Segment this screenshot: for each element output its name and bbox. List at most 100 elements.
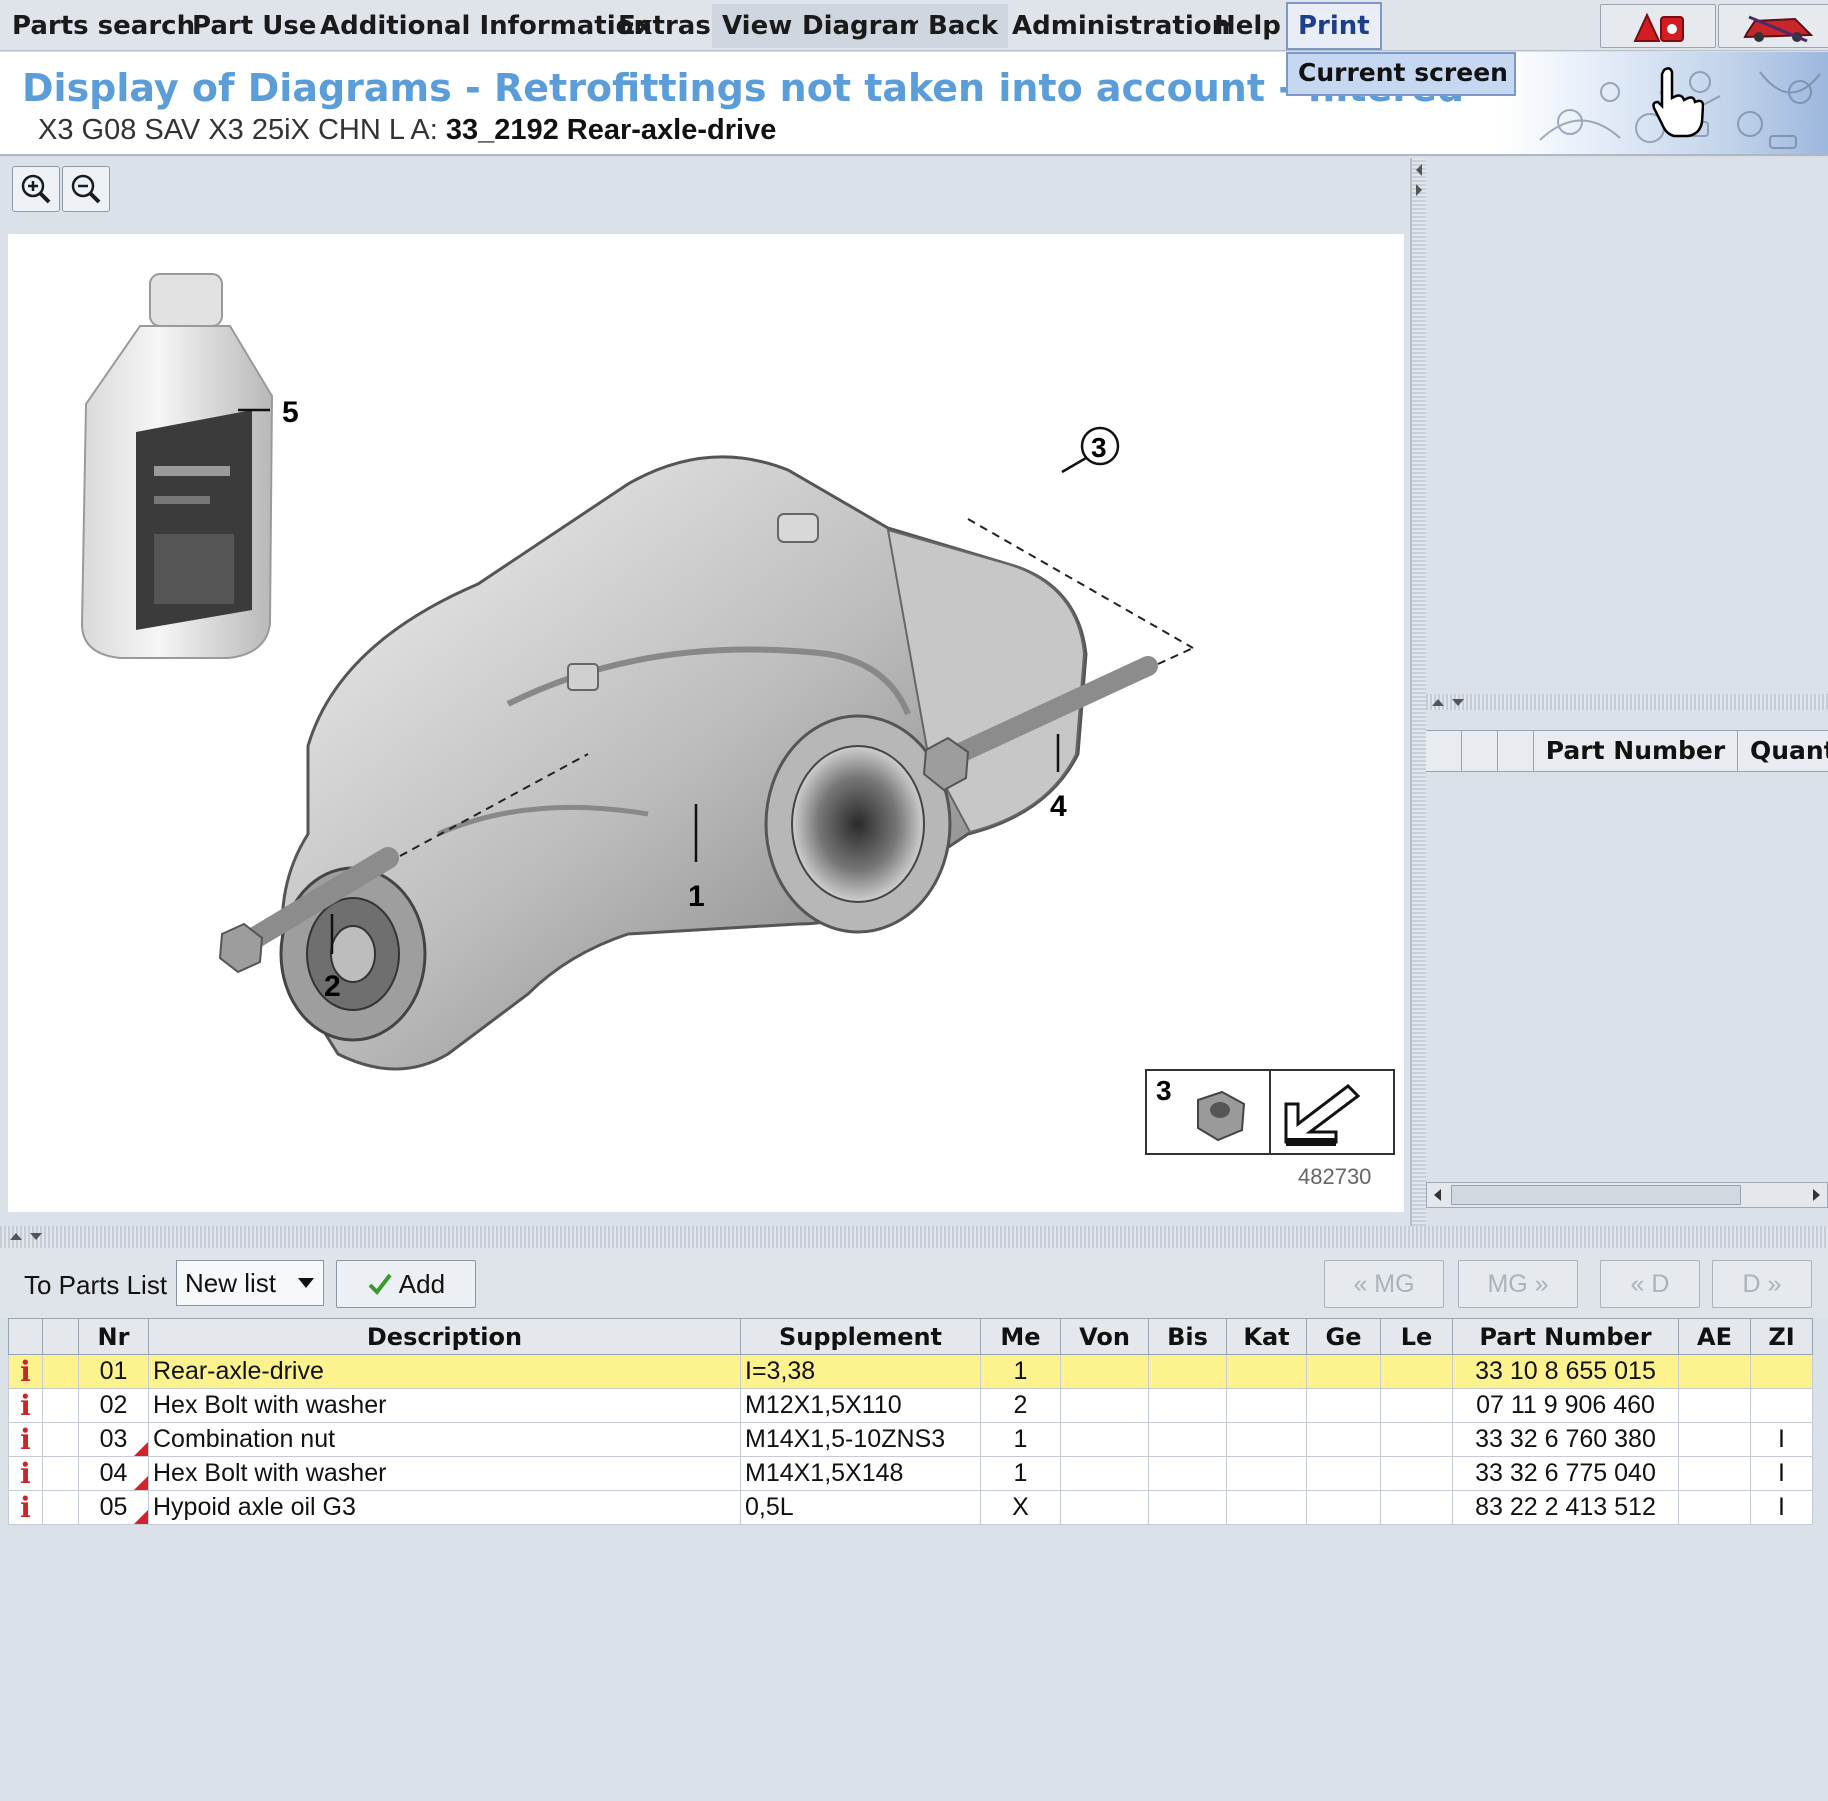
cell-nr: 04 bbox=[78, 1456, 149, 1491]
cell-empty bbox=[42, 1456, 79, 1491]
menu-back[interactable]: Back bbox=[918, 4, 1009, 48]
info-icon[interactable]: i bbox=[8, 1456, 43, 1491]
scroll-right-icon[interactable] bbox=[1809, 1187, 1823, 1203]
info-icon[interactable]: i bbox=[8, 1388, 43, 1423]
zoom-in-button[interactable] bbox=[12, 166, 60, 212]
menu-parts-search[interactable]: Parts search bbox=[2, 4, 205, 48]
exploded-diagram[interactable]: 5 1 2 4 3 3 482730 bbox=[8, 234, 1404, 1212]
scrollbar-thumb[interactable] bbox=[1451, 1185, 1741, 1205]
callout-3[interactable]: 3 bbox=[1091, 432, 1107, 463]
cell-empty bbox=[42, 1422, 79, 1457]
menu-diagram[interactable]: Diagram bbox=[792, 4, 931, 48]
col-bis[interactable]: Bis bbox=[1148, 1318, 1227, 1355]
note-flag-icon bbox=[134, 1510, 148, 1524]
cell-ae bbox=[1678, 1388, 1751, 1423]
cell-von bbox=[1060, 1388, 1149, 1423]
horizontal-splitter[interactable] bbox=[0, 1226, 1828, 1248]
cell-nr: 05 bbox=[78, 1490, 149, 1525]
parts-table-area: Nr Description Supplement Me Von Bis Kat… bbox=[0, 1318, 1828, 1801]
alert-icon bbox=[1633, 12, 1684, 42]
cell-part-number: 33 10 8 655 015 bbox=[1452, 1354, 1679, 1389]
next-d-button[interactable]: D » bbox=[1712, 1260, 1812, 1308]
cell-me: 2 bbox=[980, 1388, 1061, 1423]
cell-ge bbox=[1306, 1388, 1381, 1423]
add-button[interactable]: Add bbox=[336, 1260, 476, 1308]
callout-1[interactable]: 1 bbox=[688, 880, 705, 913]
page-header: Display of Diagrams - Retrofittings not … bbox=[0, 52, 1828, 156]
next-mg-button[interactable]: MG » bbox=[1458, 1260, 1578, 1308]
zoom-out-button[interactable] bbox=[62, 166, 110, 212]
table-row[interactable]: i 05 Hypoid axle oil G3 0,5L X 83 22 2 413 51… bbox=[8, 1490, 1813, 1525]
callout-2[interactable]: 2 bbox=[324, 970, 341, 1003]
car-button[interactable] bbox=[1718, 4, 1828, 48]
right-col-quantity[interactable]: Quant bbox=[1738, 731, 1828, 771]
right-horizontal-scrollbar[interactable] bbox=[1426, 1182, 1828, 1208]
dropdown-arrow-icon bbox=[298, 1278, 314, 1288]
col-le[interactable]: Le bbox=[1380, 1318, 1453, 1355]
callout-4[interactable]: 4 bbox=[1050, 790, 1067, 823]
splitter-arrows-icon bbox=[1432, 699, 1464, 706]
note-flag-icon bbox=[134, 1476, 148, 1490]
menu-extras[interactable]: Extras bbox=[608, 4, 721, 48]
col-ae[interactable]: AE bbox=[1678, 1318, 1751, 1355]
col-supplement[interactable]: Supplement bbox=[740, 1318, 981, 1355]
col-me[interactable]: Me bbox=[980, 1318, 1061, 1355]
menu-part-use[interactable]: Part Use bbox=[182, 4, 326, 48]
col-zi[interactable]: ZI bbox=[1750, 1318, 1813, 1355]
cell-empty bbox=[42, 1490, 79, 1525]
cell-supplement: M12X1,5X110 bbox=[740, 1388, 981, 1423]
col-description[interactable]: Description bbox=[148, 1318, 741, 1355]
cell-zi bbox=[1750, 1388, 1813, 1423]
nut-inset bbox=[1145, 1069, 1395, 1155]
cell-ge bbox=[1306, 1354, 1381, 1389]
cell-part-number: 33 32 6 775 040 bbox=[1452, 1456, 1679, 1491]
cell-ge bbox=[1306, 1490, 1381, 1525]
col-nr[interactable]: Nr bbox=[78, 1318, 149, 1355]
cell-me: 1 bbox=[980, 1456, 1061, 1491]
table-row[interactable]: i 04 Hex Bolt with washer M14X1,5X148 1 33 32… bbox=[8, 1456, 1813, 1491]
prev-mg-button[interactable]: « MG bbox=[1324, 1260, 1444, 1308]
cell-kat bbox=[1226, 1354, 1307, 1389]
print-current-screen-item[interactable]: Current screen bbox=[1286, 52, 1516, 96]
col-info[interactable] bbox=[8, 1318, 43, 1355]
cell-zi: I bbox=[1750, 1490, 1813, 1525]
info-icon[interactable]: i bbox=[8, 1490, 43, 1525]
cell-ge bbox=[1306, 1422, 1381, 1457]
table-row[interactable]: i 02 Hex Bolt with washer M12X1,5X110 2 07 11… bbox=[8, 1388, 1813, 1423]
cell-description: Combination nut bbox=[148, 1422, 741, 1457]
cell-nr: 01 bbox=[78, 1354, 149, 1389]
info-icon[interactable]: i bbox=[8, 1354, 43, 1389]
cell-empty bbox=[42, 1354, 79, 1389]
col-part-number[interactable]: Part Number bbox=[1452, 1318, 1679, 1355]
cell-von bbox=[1060, 1354, 1149, 1389]
inset-callout-3[interactable]: 3 bbox=[1156, 1075, 1172, 1106]
table-row[interactable]: i 01 Rear-axle-drive I=3,38 1 33 10 8 655 015 bbox=[8, 1354, 1813, 1389]
alert-button[interactable] bbox=[1600, 4, 1716, 48]
col-kat[interactable]: Kat bbox=[1226, 1318, 1307, 1355]
menu-bar: Parts search Part Use Additional Informa… bbox=[0, 0, 1828, 51]
col-flag[interactable] bbox=[42, 1318, 79, 1355]
note-flag-icon bbox=[134, 1442, 148, 1456]
splitter-arrows-icon bbox=[10, 1233, 42, 1240]
col-ge[interactable]: Ge bbox=[1306, 1318, 1381, 1355]
menu-view[interactable]: View bbox=[712, 4, 803, 48]
menu-help[interactable]: Help bbox=[1204, 4, 1291, 48]
col-von[interactable]: Von bbox=[1060, 1318, 1149, 1355]
table-row[interactable]: i 03 Combination nut M14X1,5-10ZNS3 1 33 32 6… bbox=[8, 1422, 1813, 1457]
right-col-part-number[interactable]: Part Number bbox=[1534, 731, 1738, 771]
scroll-left-icon[interactable] bbox=[1431, 1187, 1445, 1203]
callout-5[interactable]: 5 bbox=[282, 396, 299, 429]
cell-part-number: 07 11 9 906 460 bbox=[1452, 1388, 1679, 1423]
right-horizontal-splitter[interactable] bbox=[1426, 694, 1828, 710]
parts-list-select[interactable]: New list bbox=[176, 1260, 324, 1306]
vertical-splitter[interactable] bbox=[1412, 158, 1426, 1226]
menu-print[interactable]: Print bbox=[1286, 2, 1382, 50]
zoom-in-icon bbox=[21, 174, 51, 204]
hand-cursor-icon bbox=[1652, 67, 1704, 138]
cell-kat bbox=[1226, 1490, 1307, 1525]
cell-von bbox=[1060, 1456, 1149, 1491]
oil-bottle-part bbox=[80, 273, 274, 659]
info-icon[interactable]: i bbox=[8, 1422, 43, 1457]
cell-bis bbox=[1148, 1422, 1227, 1457]
prev-d-button[interactable]: « D bbox=[1600, 1260, 1700, 1308]
